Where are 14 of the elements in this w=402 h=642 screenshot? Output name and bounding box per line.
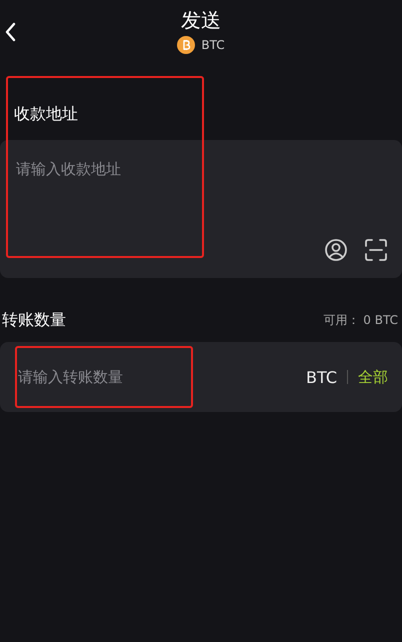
- page-title: 发送: [181, 7, 221, 34]
- amount-field[interactable]: 请输入转账数量 BTC 全部: [0, 342, 402, 412]
- bitcoin-icon: [177, 36, 196, 54]
- back-icon[interactable]: [4, 22, 16, 42]
- contact-icon[interactable]: [324, 238, 348, 262]
- available-balance: 可用： 0 BTC: [323, 312, 398, 328]
- address-field[interactable]: 请输入收款地址: [16, 160, 316, 220]
- unit-label: BTC: [306, 368, 337, 386]
- section-label: 转账数量: [1, 309, 66, 331]
- all-button[interactable]: 全部: [358, 368, 388, 386]
- address-panel[interactable]: 请输入收款地址: [0, 140, 402, 278]
- coin-name: BTC: [201, 38, 225, 52]
- scan-icon[interactable]: [364, 238, 388, 262]
- section-label: 收款地址: [13, 103, 78, 125]
